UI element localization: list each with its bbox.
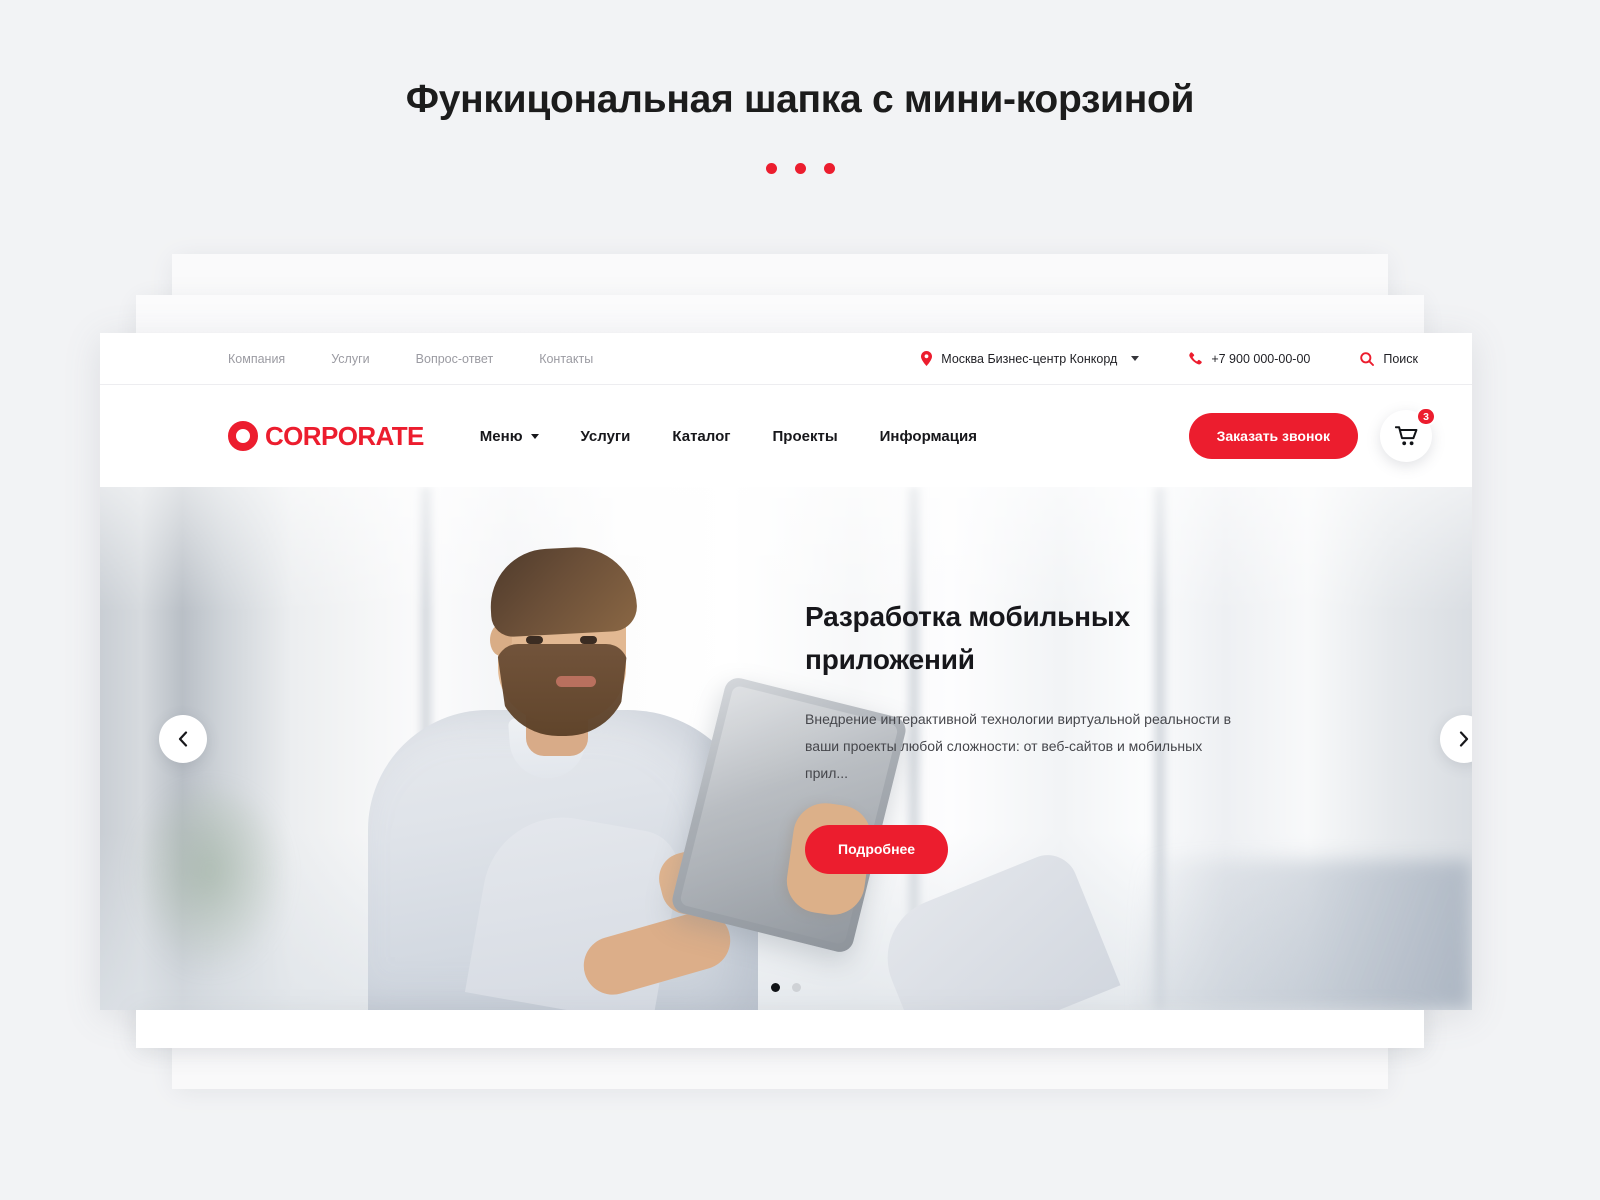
decor-dot <box>765 163 777 174</box>
order-call-button[interactable]: Заказать звонок <box>1188 413 1358 459</box>
hero-copy: Разработка мобильных приложений Внедрени… <box>805 595 1235 874</box>
hero-background-photo <box>100 487 1472 1010</box>
topbar-link-contacts[interactable]: Контакты <box>539 352 593 366</box>
chevron-down-icon <box>530 433 539 439</box>
header-actions: Заказать звонок 3 <box>1188 407 1436 462</box>
phone-link[interactable]: +7 900 000-00-00 <box>1189 352 1310 366</box>
search-icon <box>1360 351 1375 366</box>
office-plant-blur <box>135 790 285 970</box>
chevron-left-icon <box>178 731 188 747</box>
decor-dot <box>794 163 806 174</box>
decor-dot <box>823 163 835 174</box>
nav-item-services[interactable]: Услуги <box>581 428 631 445</box>
main-nav: Меню Услуги Каталог Проекты Информация <box>480 428 977 445</box>
logo-text: CORPORATE <box>265 420 424 451</box>
mini-cart-button[interactable]: 3 <box>1380 407 1436 462</box>
website-preview-card: Компания Услуги Вопрос-ответ Контакты Мо… <box>100 333 1472 1010</box>
search-button[interactable]: Поиск <box>1360 352 1418 366</box>
topbar-right-group: Москва Бизнес-центр Конкорд +7 900 000-0… <box>921 351 1418 366</box>
main-header: CORPORATE Меню Услуги Каталог Проекты Ин… <box>100 385 1472 487</box>
person-hair <box>487 544 639 638</box>
utility-topbar: Компания Услуги Вопрос-ответ Контакты Мо… <box>100 333 1472 385</box>
chevron-down-icon <box>1131 356 1140 361</box>
page-title: Функицональная шапка с мини-корзиной <box>405 78 1195 121</box>
hero-description: Внедрение интерактивной технологии вирту… <box>805 711 1232 781</box>
slider-pagination <box>100 983 1472 992</box>
nav-item-catalog[interactable]: Каталог <box>672 428 730 445</box>
phone-value: +7 900 000-00-00 <box>1211 351 1311 366</box>
slider-prev-button[interactable] <box>159 715 207 763</box>
browser-mockup-stack: Компания Услуги Вопрос-ответ Контакты Мо… <box>100 254 1500 1089</box>
hero-cta-button[interactable]: Подробнее <box>805 825 949 874</box>
nav-item-projects[interactable]: Проекты <box>773 428 838 445</box>
location-value: Москва Бизнес-центр Конкорд <box>941 351 1118 366</box>
topbar-nav: Компания Услуги Вопрос-ответ Контакты <box>228 352 593 366</box>
decor-dots <box>0 163 1600 174</box>
stack-layer-bottom <box>136 1010 1424 1048</box>
cart-badge-count: 3 <box>1416 407 1436 426</box>
topbar-link-faq[interactable]: Вопрос-ответ <box>416 352 494 366</box>
nav-item-menu-label: Меню <box>479 427 523 445</box>
person-eye <box>580 636 597 644</box>
nav-item-information[interactable]: Информация <box>880 428 977 445</box>
location-selector[interactable]: Москва Бизнес-центр Конкорд <box>921 351 1140 366</box>
chevron-right-icon <box>1459 731 1469 747</box>
nav-item-menu[interactable]: Меню <box>480 428 539 445</box>
logo[interactable]: CORPORATE <box>228 421 424 452</box>
topbar-link-services[interactable]: Услуги <box>331 352 369 366</box>
search-label: Поиск <box>1383 351 1418 366</box>
person-eye <box>526 636 543 644</box>
phone-icon <box>1189 352 1203 365</box>
slider-dot-2[interactable] <box>792 983 801 992</box>
circle-ring-logo-icon <box>228 421 258 451</box>
map-pin-icon <box>921 351 933 366</box>
person-lips <box>556 676 596 687</box>
shopping-cart-icon <box>1394 425 1418 447</box>
topbar-link-company[interactable]: Компания <box>228 352 285 366</box>
hero-title: Разработка мобильных приложений <box>805 601 1130 675</box>
slider-dot-1[interactable] <box>771 983 780 992</box>
hero-slider: Разработка мобильных приложений Внедрени… <box>100 487 1472 1010</box>
